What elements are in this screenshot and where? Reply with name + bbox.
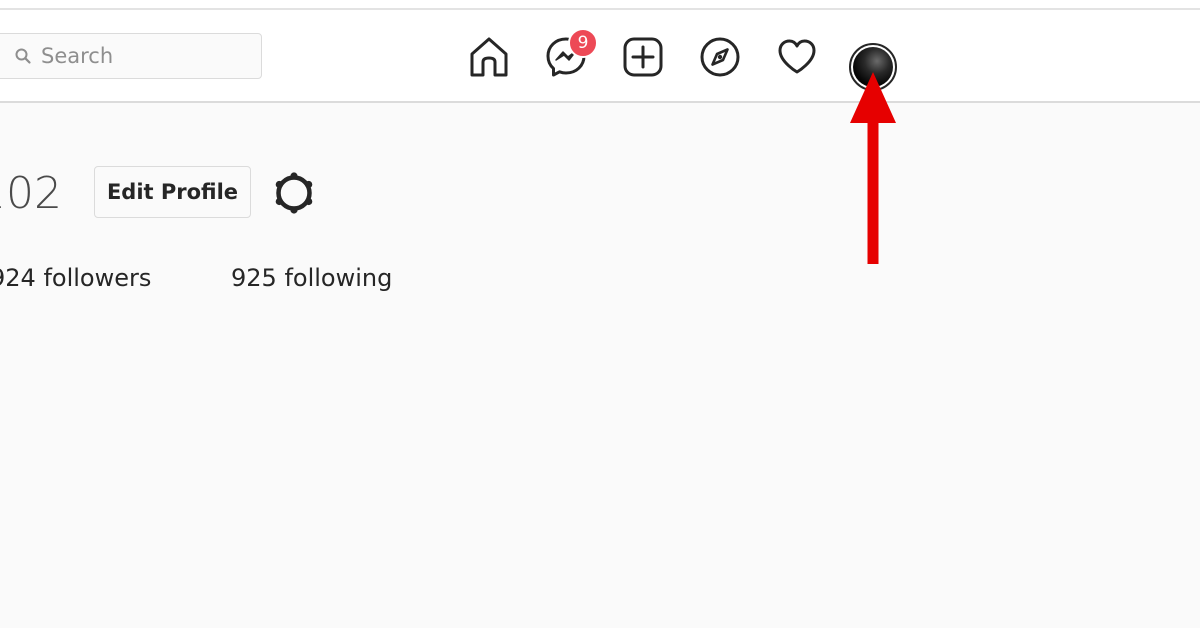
search-icon — [13, 46, 33, 66]
messenger-badge: 9 — [568, 28, 598, 58]
followers-count: 924 — [0, 264, 36, 292]
search-input[interactable] — [41, 44, 241, 68]
followers-label: followers — [43, 264, 152, 292]
arrow-up-icon — [850, 72, 896, 264]
home-icon[interactable] — [466, 34, 512, 80]
activity-heart-icon[interactable] — [774, 34, 820, 80]
new-post-icon[interactable] — [620, 34, 666, 80]
browser-top-edge — [0, 0, 1200, 10]
settings-gear-icon[interactable] — [271, 170, 317, 216]
profile-username: 102 — [0, 168, 62, 219]
explore-icon[interactable] — [697, 34, 743, 80]
following-stat[interactable]: 925 following — [231, 262, 392, 294]
following-label: following — [284, 264, 393, 292]
edit-profile-button[interactable]: Edit Profile — [94, 166, 251, 218]
top-navbar — [0, 10, 1200, 103]
search-box[interactable] — [0, 33, 262, 79]
following-count: 925 — [231, 264, 277, 292]
followers-stat[interactable]: 924 followers — [0, 262, 151, 294]
